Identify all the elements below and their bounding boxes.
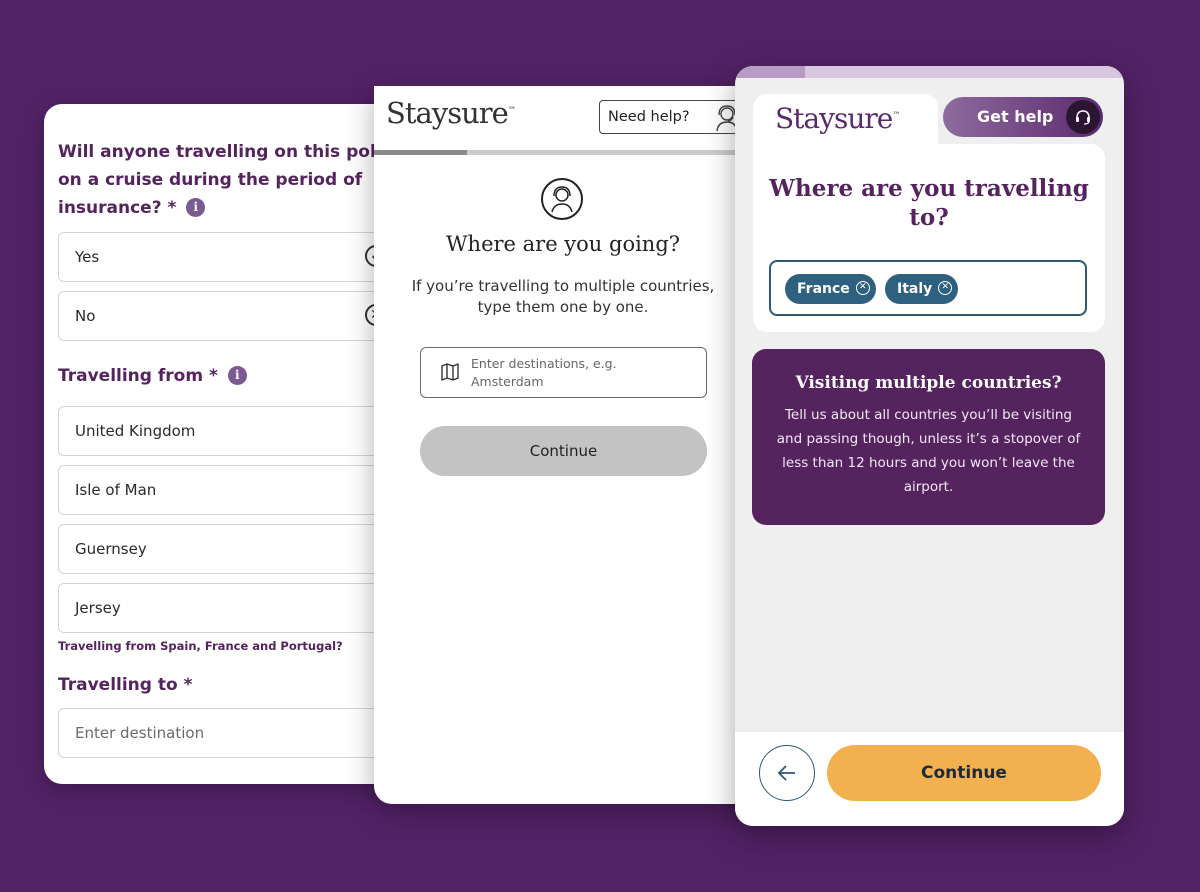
info-icon[interactable]: i <box>227 366 247 385</box>
travelling-from-heading: Travelling from * i <box>58 362 247 390</box>
continue-button[interactable]: Continue <box>827 745 1101 801</box>
spain-france-portugal-link[interactable]: Travelling from Spain, France and Portug… <box>58 639 343 653</box>
travelling-from-label: Travelling from * <box>58 366 218 386</box>
progress-fill <box>735 66 806 78</box>
destination-panel: Where are you travelling to? France ✕ It… <box>753 144 1105 332</box>
from-option-guernsey[interactable]: Guernsey <box>58 524 424 574</box>
option-no[interactable]: No ✕ <box>58 291 398 341</box>
option-yes-label: Yes <box>75 248 100 266</box>
logo-text: Staysure <box>386 96 509 130</box>
info-icon[interactable]: i <box>186 198 206 217</box>
arrow-left-icon <box>777 765 795 781</box>
cruise-question: insurance? * i <box>58 194 206 222</box>
progress-bar <box>374 150 760 155</box>
info-title: Visiting multiple countries? <box>795 373 1062 393</box>
back-button[interactable] <box>759 745 815 801</box>
headset-icon <box>1066 100 1100 134</box>
logo-tab: Staysure™ <box>753 94 938 144</box>
travelling-to-card: Staysure™ Get help Where are you travell… <box>735 66 1124 826</box>
info-body: Tell us about all countries you’ll be vi… <box>776 407 1081 495</box>
chip-label: France <box>797 281 850 297</box>
staysure-logo: Staysure™ <box>386 96 516 130</box>
page-title: Where are you travelling to? <box>769 175 1089 231</box>
where-going-card: Staysure™ Need help? Where are you going… <box>374 86 760 804</box>
x-circle-icon[interactable]: ✕ <box>855 281 870 295</box>
progress-bar <box>735 66 1124 78</box>
agent-avatar-icon <box>541 178 583 220</box>
need-help-button[interactable]: Need help? <box>599 100 749 134</box>
cruise-question-line1: Will anyone travelling on this policy go <box>58 142 424 162</box>
destination-input[interactable]: Enter destinations, e.g. Amsterdam <box>420 347 707 398</box>
cruise-form-card: Will anyone travelling on this policy go… <box>44 104 424 784</box>
from-option-united-kingdom[interactable]: United Kingdom <box>58 406 424 456</box>
footer-bar: Continue <box>735 732 1124 826</box>
get-help-label: Get help <box>977 107 1054 126</box>
destination-placeholder: Enter destinations, e.g. Amsterdam <box>471 356 617 389</box>
logo-text: Staysure <box>775 102 893 135</box>
option-yes[interactable]: Yes ✓ <box>58 232 398 282</box>
chip-italy[interactable]: Italy ✕ <box>885 274 959 304</box>
logo-trademark: ™ <box>507 105 516 115</box>
chip-france[interactable]: France ✕ <box>785 274 876 304</box>
page-title: Where are you going? <box>445 232 681 256</box>
need-help-label: Need help? <box>608 109 690 125</box>
from-option-jersey[interactable]: Jersey <box>58 583 424 633</box>
progress-fill <box>374 150 467 155</box>
from-option-isle-of-man[interactable]: Isle of Man <box>58 465 424 515</box>
staysure-logo: Staysure™ <box>775 102 900 135</box>
logo-trademark: ™ <box>892 110 901 120</box>
option-no-label: No <box>75 307 96 325</box>
cruise-question-line2: on a cruise during the period of <box>58 170 363 190</box>
map-icon <box>441 363 459 381</box>
multiple-countries-info: Visiting multiple countries? Tell us abo… <box>752 349 1105 525</box>
destination-input[interactable]: France ✕ Italy ✕ <box>769 260 1087 316</box>
continue-button[interactable]: Continue <box>420 426 707 476</box>
travelling-to-label: Travelling to * <box>58 675 193 695</box>
page-subtitle: If you’re travelling to multiple countri… <box>411 277 715 316</box>
get-help-button[interactable]: Get help <box>943 97 1103 137</box>
chip-label: Italy <box>897 281 933 297</box>
destination-input[interactable]: Enter destination <box>58 708 424 758</box>
x-circle-icon[interactable]: ✕ <box>938 281 953 295</box>
cruise-question-line3: insurance? * <box>58 198 177 218</box>
